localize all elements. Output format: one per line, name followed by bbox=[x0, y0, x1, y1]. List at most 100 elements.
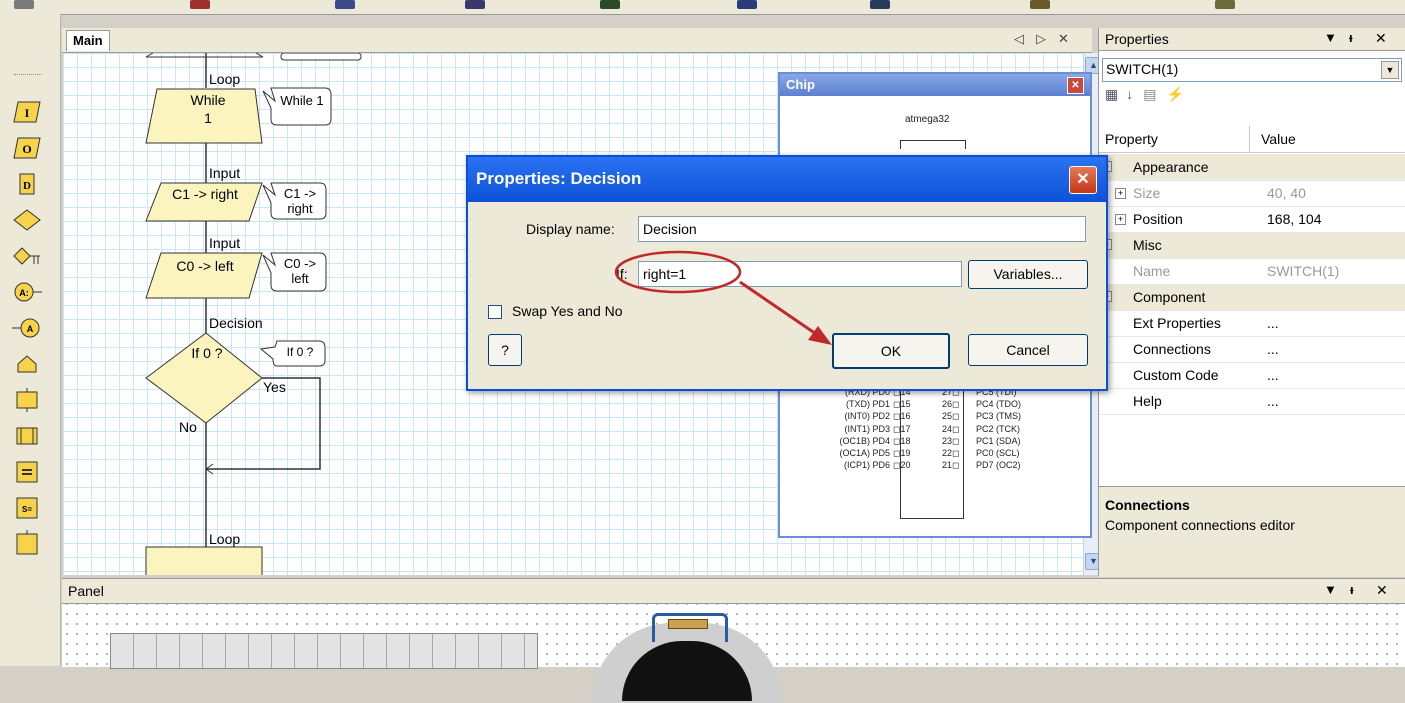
goto-icon[interactable]: A bbox=[10, 314, 44, 342]
macro-icon[interactable] bbox=[10, 386, 44, 414]
toolbar-icon[interactable] bbox=[1215, 0, 1235, 9]
property-custom-code[interactable]: Custom Code... bbox=[1099, 362, 1405, 389]
panel-close-icon[interactable]: ✕ bbox=[1375, 30, 1387, 47]
toolbar-icon[interactable] bbox=[870, 0, 890, 9]
expand-icon[interactable]: + bbox=[1115, 214, 1126, 225]
help-text: Component connections editor bbox=[1105, 517, 1295, 533]
toolbar-grip[interactable] bbox=[14, 74, 42, 77]
string-icon[interactable]: S= bbox=[10, 494, 44, 522]
category-component[interactable]: −Component bbox=[1099, 284, 1405, 311]
properties-panel: Properties ▼ ᵻ ✕ SWITCH(1) ▼ ▦ ↓ ▤ ⚡ Proper… bbox=[1098, 28, 1405, 577]
property-help[interactable]: Help... bbox=[1099, 388, 1405, 415]
chip-pins-left: (RXD) PD0 (TXD) PD1 (INT0) PD2 (INT1) PD3 (O… bbox=[839, 387, 890, 471]
toolbar-icon[interactable] bbox=[600, 0, 620, 9]
chip-window-title: Chip bbox=[786, 77, 815, 92]
loop-icon[interactable] bbox=[10, 350, 44, 378]
category-appearance[interactable]: −Appearance bbox=[1099, 154, 1405, 181]
display-name-field[interactable]: Decision bbox=[638, 216, 1086, 242]
property-size[interactable]: + Size 40, 40 bbox=[1099, 180, 1405, 207]
dialog-titlebar[interactable]: Properties: Decision ✕ bbox=[468, 157, 1106, 202]
no-label: No bbox=[179, 419, 197, 435]
decision-icon[interactable] bbox=[10, 206, 44, 234]
svg-text:S=: S= bbox=[22, 505, 32, 514]
loop-bottom-label: Loop bbox=[209, 531, 241, 547]
chip-pin-numbers-right: 27◻ 26◻ 25◻ 24◻ 23◻ 22◻ 21◻ bbox=[942, 387, 960, 471]
tab-next-button[interactable]: ▷ bbox=[1036, 31, 1046, 47]
property-position[interactable]: + Position 168, 104 bbox=[1099, 206, 1405, 233]
svg-text:D: D bbox=[23, 180, 31, 192]
if-label: If: bbox=[616, 266, 628, 282]
column-property: Property bbox=[1105, 131, 1158, 147]
object-selector[interactable]: SWITCH(1) ▼ bbox=[1102, 58, 1402, 82]
help-button[interactable]: ? bbox=[488, 334, 522, 366]
chip-pins-right: PC5 (TDI) PC4 (TDO) PC3 (TMS) PC2 (TCK) PC1 … bbox=[976, 387, 1021, 471]
chevron-down-icon[interactable]: ▼ bbox=[1381, 61, 1399, 79]
dialog-title: Properties: Decision bbox=[476, 169, 642, 188]
tab-main[interactable]: Main bbox=[66, 30, 110, 51]
toolbar-icon[interactable] bbox=[14, 0, 34, 9]
cancel-button[interactable]: Cancel bbox=[968, 334, 1088, 366]
panel-pin-icon[interactable]: ᵻ bbox=[1350, 582, 1354, 597]
toolbar-icon[interactable] bbox=[737, 0, 757, 9]
top-toolbar bbox=[0, 0, 1405, 15]
loop-top-label: Loop bbox=[209, 71, 241, 87]
variables-button[interactable]: Variables... bbox=[968, 260, 1088, 289]
help-title: Connections bbox=[1105, 497, 1190, 513]
property-ext-properties[interactable]: Ext Properties... bbox=[1099, 310, 1405, 337]
property-help-box: Connections Component connections editor bbox=[1099, 486, 1405, 577]
ok-button[interactable]: OK bbox=[832, 333, 950, 369]
input2-label: Input bbox=[209, 235, 241, 251]
chip-body-top bbox=[900, 140, 966, 149]
while-comment-text: While 1 bbox=[280, 93, 324, 108]
panel-title: Panel bbox=[68, 583, 104, 599]
property-toolbar: ▦ ↓ ▤ ⚡ bbox=[1105, 86, 1184, 103]
lcd-component[interactable] bbox=[110, 633, 538, 669]
categorized-icon[interactable]: ▦ bbox=[1105, 86, 1118, 102]
category-misc[interactable]: −Misc bbox=[1099, 232, 1405, 259]
toolbar-icon[interactable] bbox=[190, 0, 210, 9]
connection-point-icon[interactable]: A: bbox=[10, 278, 44, 306]
command-toolbar: I O D A: A S= bbox=[0, 14, 61, 666]
input-icon[interactable]: I bbox=[10, 98, 44, 126]
yes-label: Yes bbox=[263, 379, 286, 395]
code-icon[interactable] bbox=[10, 530, 44, 558]
toolbar-icon[interactable] bbox=[335, 0, 355, 9]
swap-yes-no-checkbox[interactable] bbox=[488, 305, 502, 319]
panel-dropdown-icon[interactable]: ▼ bbox=[1324, 582, 1337, 597]
panel-close-icon[interactable]: ✕ bbox=[1376, 582, 1388, 599]
swap-yes-no-label: Swap Yes and No bbox=[512, 303, 623, 319]
display-name-label: Display name: bbox=[526, 221, 615, 237]
chip-pin-numbers-left: ◻14 ◻15 ◻16 ◻17 ◻18 ◻19 ◻20 bbox=[893, 387, 911, 471]
toolbar-icon[interactable] bbox=[465, 0, 485, 9]
decision-comment-text: If 0 ? bbox=[286, 345, 314, 359]
property-name[interactable]: Name SWITCH(1) bbox=[1099, 258, 1405, 285]
input1-comment-text: C1 -> right bbox=[283, 186, 317, 216]
panel-header: Panel ▼ ᵻ ✕ bbox=[62, 579, 1405, 604]
column-value: Value bbox=[1261, 131, 1296, 147]
tab-prev-button[interactable]: ◁ bbox=[1014, 31, 1024, 47]
property-connections[interactable]: Connections... bbox=[1099, 336, 1405, 363]
panel-area: Panel ▼ ᵻ ✕ bbox=[62, 578, 1405, 703]
display-name-value: Decision bbox=[643, 221, 697, 237]
dialog-close-icon[interactable]: ✕ bbox=[1069, 166, 1097, 194]
while-text: While 1 bbox=[190, 92, 226, 126]
toolbar-icon[interactable] bbox=[1030, 0, 1050, 9]
panel-pin-icon[interactable]: ᵻ bbox=[1349, 30, 1353, 45]
events-icon[interactable]: ⚡ bbox=[1166, 86, 1183, 102]
chip-window-titlebar[interactable]: Chip ✕ bbox=[780, 74, 1090, 96]
delay-icon[interactable]: D bbox=[10, 170, 44, 198]
calculation-icon[interactable] bbox=[10, 458, 44, 486]
properties-panel-header: Properties ▼ ᵻ ✕ bbox=[1099, 28, 1405, 51]
component-macro-icon[interactable] bbox=[10, 422, 44, 450]
panel-dropdown-icon[interactable]: ▼ bbox=[1324, 30, 1337, 45]
sort-alpha-icon[interactable]: ↓ bbox=[1126, 86, 1133, 102]
tab-close-button[interactable]: ✕ bbox=[1058, 31, 1069, 47]
svg-text:A:: A: bbox=[19, 288, 29, 298]
switch-icon[interactable] bbox=[10, 242, 44, 270]
output-icon[interactable]: O bbox=[10, 134, 44, 162]
expand-icon[interactable]: + bbox=[1115, 188, 1126, 199]
property-pages-icon[interactable]: ▤ bbox=[1143, 86, 1156, 102]
chip-window-close-icon[interactable]: ✕ bbox=[1067, 77, 1084, 94]
if-condition-field[interactable]: right=1 bbox=[638, 261, 962, 287]
editor-tabbar: Main ◁ ▷ ✕ bbox=[62, 28, 1092, 53]
